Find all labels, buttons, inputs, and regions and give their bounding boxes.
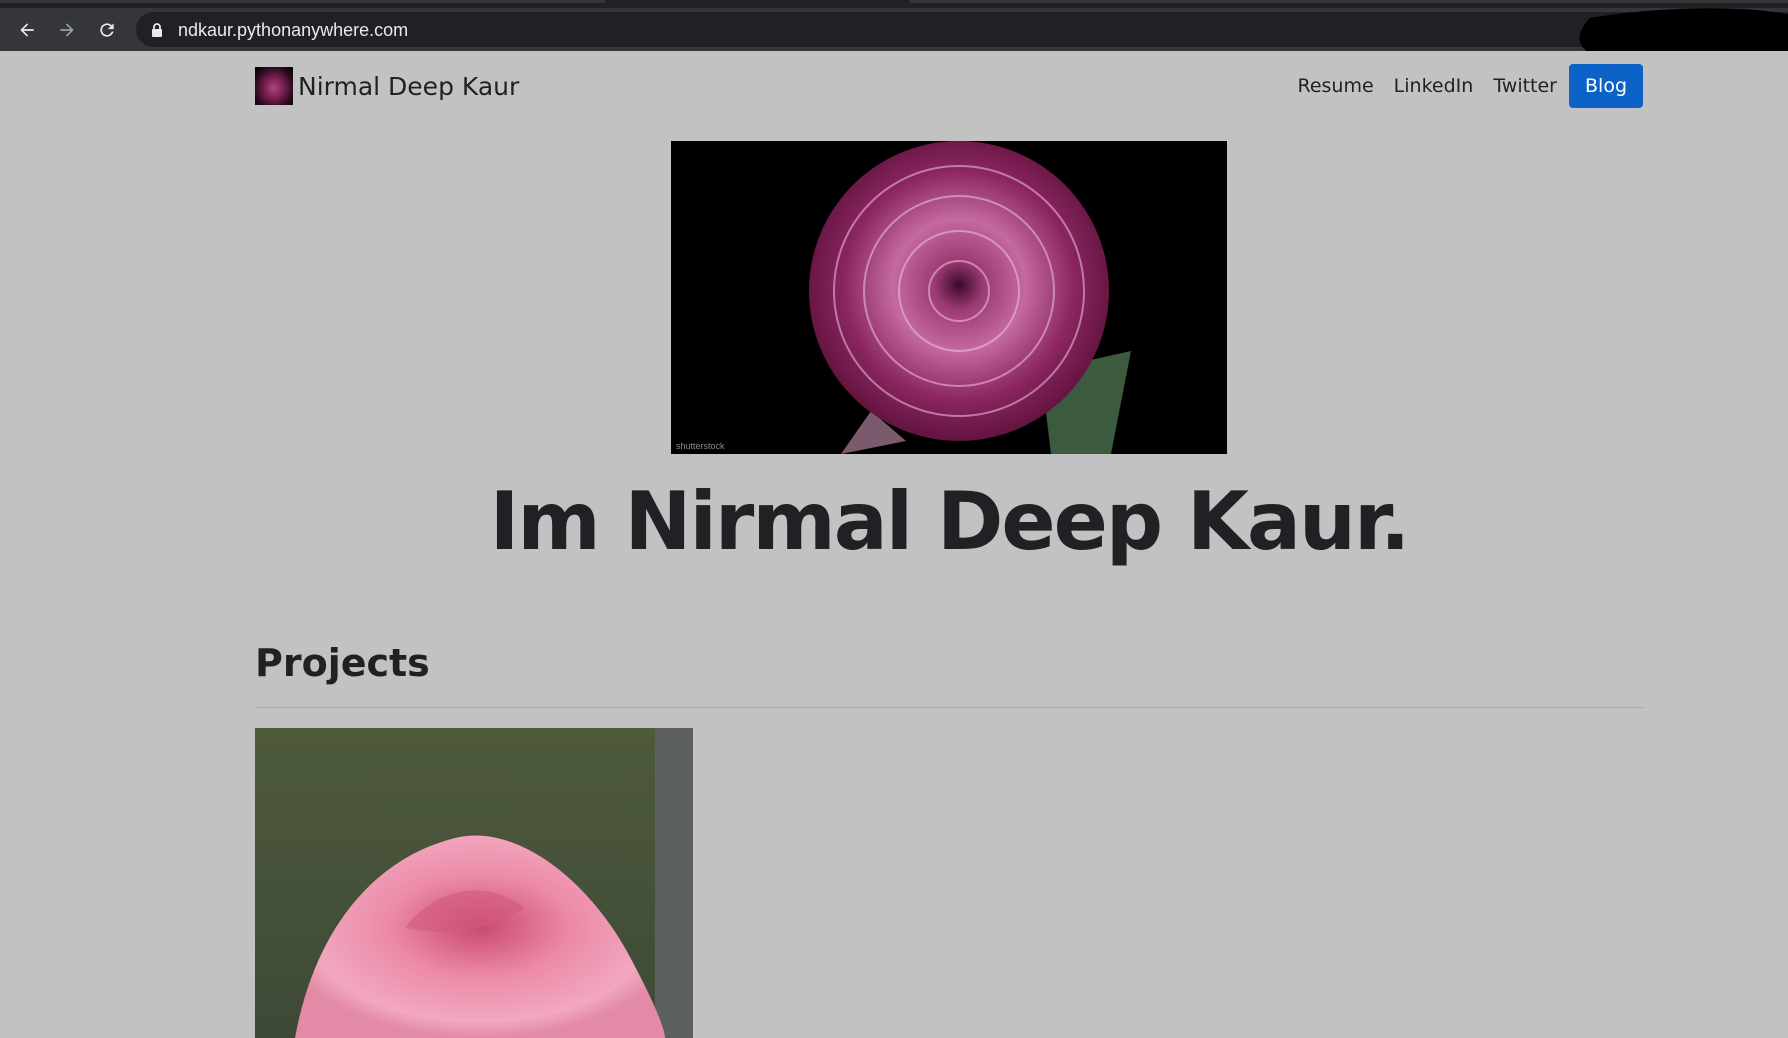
- brand-link[interactable]: Nirmal Deep Kaur: [255, 67, 519, 105]
- url-text[interactable]: ndkaur.pythonanywhere.com: [178, 20, 408, 41]
- image-watermark: shutterstock: [676, 441, 725, 451]
- projects-heading: Projects: [255, 641, 430, 685]
- brand-name: Nirmal Deep Kaur: [298, 71, 520, 101]
- browser-tab-strip: [0, 0, 1788, 8]
- browser-tab[interactable]: [910, 0, 1788, 3]
- lock-icon[interactable]: [150, 22, 164, 38]
- hero-title: Im Nirmal Deep Kaur.: [489, 475, 1411, 568]
- page-content: Nirmal Deep Kaur Resume LinkedIn Twitter…: [0, 51, 1788, 1038]
- forward-arrow-icon[interactable]: [55, 18, 79, 42]
- nav-link-linkedin[interactable]: LinkedIn: [1394, 75, 1474, 97]
- section-divider: [255, 707, 1643, 708]
- nav-links: Resume LinkedIn Twitter Blog: [1277, 61, 1643, 111]
- brand-logo: [255, 67, 293, 105]
- back-arrow-icon[interactable]: [15, 18, 39, 42]
- nav-link-blog[interactable]: Blog: [1569, 64, 1643, 108]
- site-navbar: Nirmal Deep Kaur Resume LinkedIn Twitter…: [255, 61, 1643, 111]
- reload-icon[interactable]: [95, 18, 119, 42]
- nav-link-twitter[interactable]: Twitter: [1493, 75, 1557, 97]
- hero-dahlia-image: shutterstock: [671, 141, 1227, 454]
- project-rose-image[interactable]: [255, 728, 693, 1038]
- address-bar[interactable]: ndkaur.pythonanywhere.com: [136, 12, 1788, 47]
- browser-tab[interactable]: [0, 0, 605, 3]
- browser-toolbar: ndkaur.pythonanywhere.com: [0, 8, 1788, 59]
- nav-link-resume[interactable]: Resume: [1297, 75, 1373, 97]
